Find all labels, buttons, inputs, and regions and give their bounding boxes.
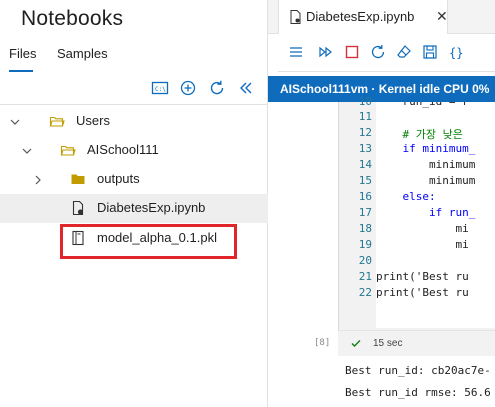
clear-icon[interactable] (396, 44, 412, 60)
active-tab-indicator (9, 70, 33, 72)
code-editor[interactable]: run_id = r # 가장 낮은 if minimum_ minimum m… (376, 102, 495, 328)
folder-open-icon (60, 145, 76, 156)
code-line: # 가장 낮은 (376, 128, 463, 141)
code-line: minimum (376, 174, 476, 187)
refresh-icon[interactable] (207, 78, 227, 98)
execution-time: 15 sec (373, 338, 403, 349)
svg-text:{}: {} (449, 46, 463, 60)
folder-icon (71, 174, 85, 184)
save-icon[interactable] (422, 44, 438, 60)
cell-status: 15 sec (338, 330, 495, 356)
close-icon[interactable]: ✕ (436, 8, 448, 25)
chevron-down-icon[interactable] (9, 116, 21, 128)
file-toolbar: C:\ (0, 78, 268, 100)
output-line: Best run_id: cb20ac7e- (345, 364, 491, 377)
menu-icon[interactable] (288, 44, 304, 60)
code-line: run_id = r (376, 102, 468, 111)
output-line: Best run_id rmse: 56.6 (345, 386, 491, 399)
line-number: 11 (358, 110, 372, 123)
tree-item-users[interactable]: Users (0, 107, 268, 136)
line-number: 13 (358, 142, 372, 155)
check-icon (351, 340, 361, 347)
kernel-status: AISchool111vm · Kernel idle CPU 0% (280, 82, 490, 96)
code-line: if minimum_ (376, 142, 476, 155)
execution-count: [8] (314, 338, 331, 348)
tab-samples[interactable]: Samples (57, 46, 108, 61)
code-line: print('Best ru (376, 270, 469, 283)
tree-item-label: outputs (97, 171, 140, 186)
variables-icon[interactable]: {} (448, 44, 464, 60)
kernel-status-bar: AISchool111vm · Kernel idle CPU 0% (268, 76, 495, 102)
tab-label: DiabetesExp.ipynb (306, 9, 415, 24)
line-number: 15 (358, 174, 372, 187)
tree-item-label: DiabetesExp.ipynb (97, 200, 206, 215)
line-number: 19 (358, 238, 372, 251)
tree-item-label: Users (76, 113, 110, 128)
tree-item-diabetesexp-notebook[interactable]: DiabetesExp.ipynb (0, 194, 268, 223)
chevron-right-icon[interactable] (32, 174, 44, 186)
code-line: mi (376, 222, 469, 235)
panel-divider (0, 104, 268, 105)
tab-files[interactable]: Files (9, 46, 36, 61)
svg-text:C:\: C:\ (155, 86, 166, 93)
restart-icon[interactable] (370, 44, 386, 60)
line-number: 17 (358, 206, 372, 219)
tab-diabetesexp[interactable]: DiabetesExp.ipynb ✕ (278, 0, 448, 34)
editor-tabstrip: DiabetesExp.ipynb ✕ (268, 0, 495, 34)
code-line: else: (376, 190, 436, 203)
code-line: print('Best ru (376, 286, 469, 299)
notebook-icon (72, 200, 84, 216)
line-number: 14 (358, 158, 372, 171)
notebook-icon (290, 10, 301, 24)
tree-item-aischool111[interactable]: AISchool111 (0, 136, 268, 165)
line-number: 18 (358, 222, 372, 235)
tree-item-label: AISchool111 (87, 142, 159, 157)
notebook-editor: DiabetesExp.ipynb ✕ {} AISchool111vm · K… (268, 0, 495, 407)
line-number: 22 (358, 286, 372, 299)
folder-open-icon (49, 116, 65, 127)
stop-icon[interactable] (344, 44, 360, 60)
code-line: mi (376, 238, 469, 251)
line-number: 20 (358, 254, 372, 267)
panel-title: Notebooks (21, 7, 124, 30)
code-line: minimum (376, 158, 476, 171)
run-all-icon[interactable] (318, 44, 334, 60)
code-line: if run_ (376, 206, 476, 219)
highlight-box (60, 224, 237, 259)
line-number: 16 (358, 190, 372, 203)
tree-item-outputs[interactable]: outputs (0, 165, 268, 194)
add-icon[interactable] (178, 78, 198, 98)
panel-tabs: Files Samples (0, 44, 268, 74)
line-number: 10 (358, 95, 372, 108)
terminal-icon[interactable]: C:\ (150, 78, 170, 98)
line-number: 21 (358, 270, 372, 283)
line-number: 12 (358, 126, 372, 139)
notebooks-panel: Notebooks Files Samples C:\ Users AIScho… (0, 0, 268, 407)
collapse-icon[interactable] (236, 78, 256, 98)
notebook-toolbar: {} (278, 34, 495, 72)
chevron-down-icon[interactable] (21, 145, 33, 157)
